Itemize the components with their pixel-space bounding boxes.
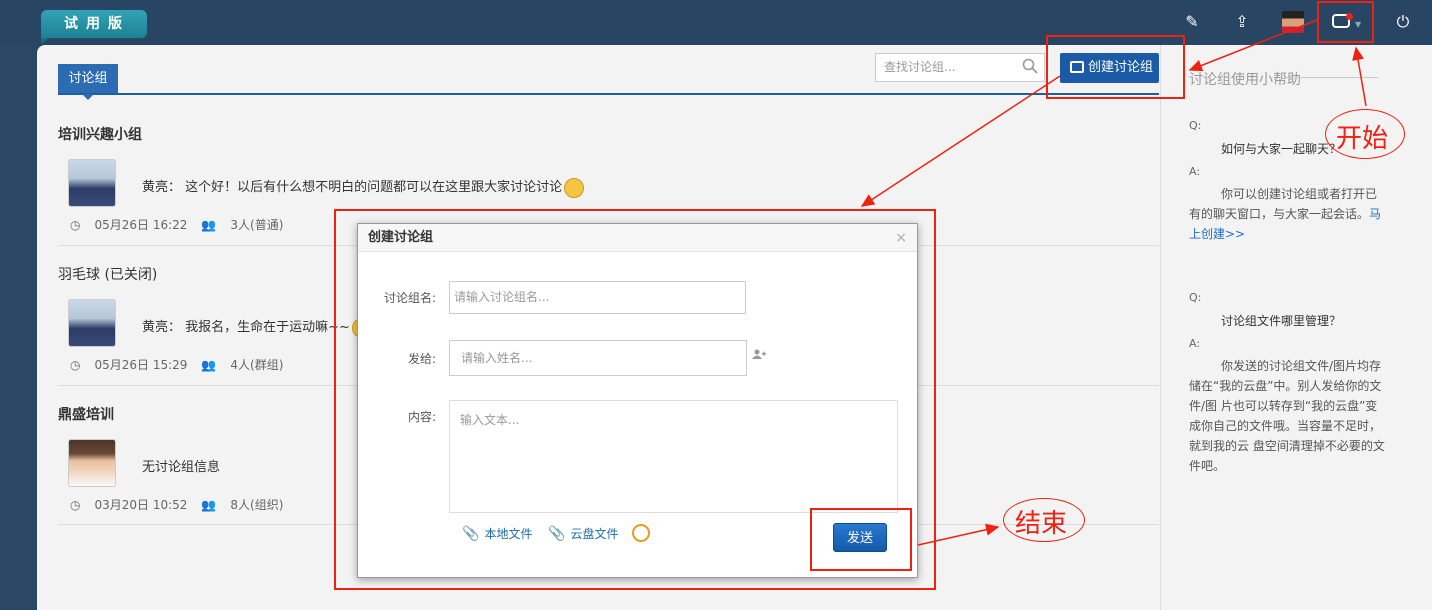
start-annotation: 开始 — [1336, 124, 1389, 154]
group-time: 05月26日 16:22 — [94, 218, 188, 232]
group-time: 03月20日 10:52 — [94, 498, 188, 512]
avatar — [68, 159, 116, 207]
message-text: 这个好！以后有什么想不明白的问题都可以在这里跟大家讨论讨论 — [185, 180, 563, 195]
search-icon[interactable] — [1022, 58, 1038, 74]
group-title[interactable]: 羽毛球 (已关闭) — [58, 264, 157, 284]
power-icon[interactable]: ⏻ — [1393, 12, 1413, 32]
highlight-message-button — [1317, 1, 1374, 43]
question-label: Q: — [1189, 291, 1202, 304]
group-members: 3人(普通) — [230, 218, 284, 232]
help-title: 讨论组使用小帮助 — [1189, 72, 1301, 88]
group-members: 8人(组织) — [230, 498, 284, 512]
group-last-message[interactable]: 黄亮： 这个好！以后有什么想不明白的问题都可以在这里跟大家讨论讨论 — [142, 176, 585, 198]
tab-discussion-group[interactable]: 讨论组 — [58, 64, 118, 100]
group-meta: ◷ 05月26日 15:29 👥 4人(群组) — [70, 356, 297, 373]
highlight-create-button — [1046, 35, 1185, 99]
clock-icon: ◷ — [70, 358, 81, 372]
people-icon: 👥 — [201, 218, 217, 232]
upload-icon[interactable]: ⇪ — [1232, 12, 1252, 32]
clock-icon: ◷ — [70, 218, 81, 232]
people-icon: 👥 — [201, 358, 217, 372]
answer-label: A: — [1189, 165, 1201, 178]
question-label: Q: — [1189, 119, 1202, 132]
group-time: 05月26日 15:29 — [94, 358, 188, 372]
help-answer: 你可以创建讨论组或者打开已有的聊天窗口，与大家一起会话。马上创建>> — [1189, 184, 1385, 244]
highlight-send-button — [810, 508, 912, 571]
help-answer: 你发送的讨论组文件/图片均存储在“我的云盘”中。别人发给你的文件/图 片也可以转… — [1189, 359, 1385, 473]
help-title-line — [1286, 77, 1378, 78]
emoji-icon — [564, 177, 585, 198]
group-title[interactable]: 培训兴趣小组 — [58, 124, 142, 144]
help-question: 讨论组文件哪里管理？ — [1221, 314, 1342, 328]
trial-badge: 试用版 — [41, 10, 147, 44]
people-icon: 👥 — [201, 498, 217, 512]
top-bar — [0, 0, 1432, 45]
group-members: 4人(群组) — [230, 358, 284, 372]
help-divider — [1160, 45, 1161, 610]
message-text: 我报名，生命在于运动嘛~~ — [185, 320, 350, 335]
group-title[interactable]: 鼎盛培训 — [58, 404, 114, 424]
sender-name: 黄亮： — [142, 320, 182, 335]
avatar — [68, 439, 116, 487]
search-input[interactable]: 查找讨论组... — [875, 53, 1045, 82]
avatar — [68, 299, 116, 347]
clock-icon: ◷ — [70, 498, 81, 512]
sender-name: 黄亮： — [142, 180, 182, 195]
group-last-message[interactable]: 无讨论组信息 — [142, 456, 220, 475]
help-answer-text: 你可以创建讨论组或者打开已有的聊天窗口，与大家一起会话。 — [1189, 187, 1378, 221]
group-meta: ◷ 05月26日 16:22 👥 3人(普通) — [70, 216, 297, 233]
user-avatar[interactable] — [1282, 11, 1304, 33]
group-meta: ◷ 03月20日 10:52 👥 8人(组织) — [70, 496, 297, 513]
answer-label: A: — [1189, 337, 1201, 350]
end-annotation: 结束 — [1015, 509, 1068, 539]
edit-icon[interactable]: ✎ — [1182, 12, 1202, 32]
